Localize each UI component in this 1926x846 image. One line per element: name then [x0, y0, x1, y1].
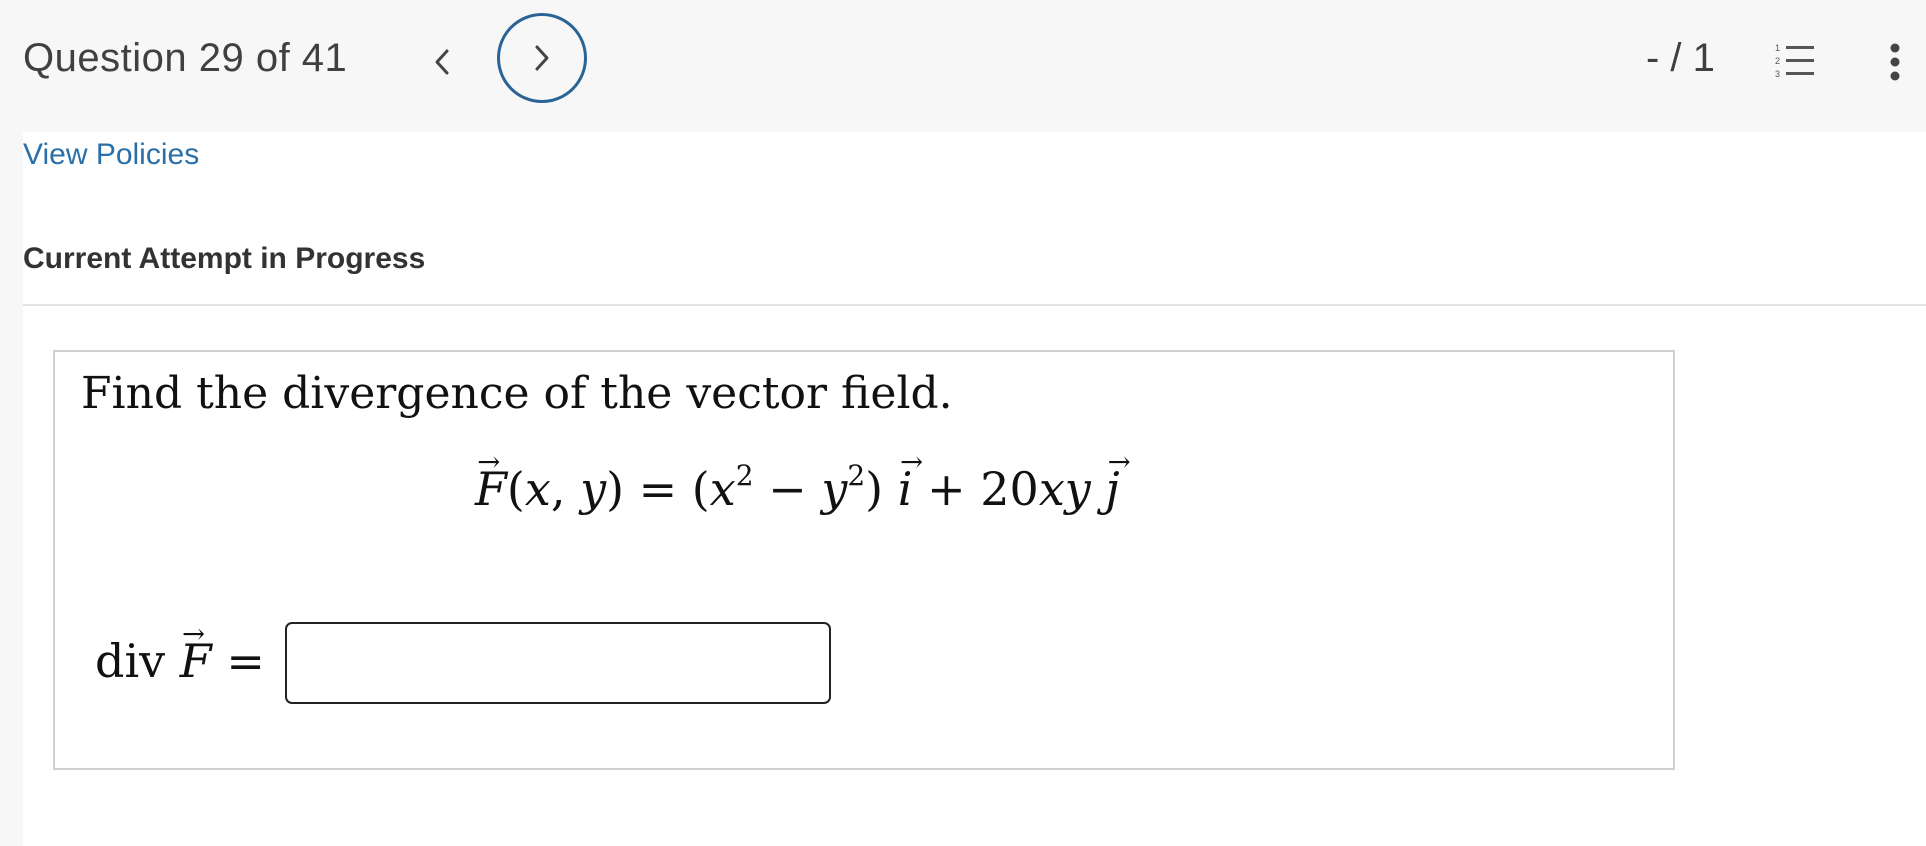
svg-text:1: 1 — [1775, 43, 1780, 53]
question-card: Find the divergence of the vector field.… — [53, 350, 1675, 770]
answer-label: div F = — [95, 617, 265, 688]
question-score: - / 1 — [1646, 36, 1715, 80]
question-list-button[interactable]: 1 2 3 — [1774, 42, 1818, 82]
attempt-status-heading: Current Attempt in Progress — [23, 242, 426, 275]
more-options-button[interactable] — [1880, 40, 1910, 84]
vector-field-formula: F(x, y) = (x2 − y2) i + 20xy j — [475, 445, 1131, 516]
divergence-answer-input[interactable] — [285, 622, 831, 704]
svg-text:2: 2 — [1775, 56, 1780, 66]
section-divider — [23, 304, 1926, 306]
question-counter: Question 29 of 41 — [23, 36, 348, 80]
next-question-button[interactable] — [497, 13, 587, 103]
question-prompt: Find the divergence of the vector field. — [81, 368, 953, 419]
chevron-left-icon — [435, 49, 449, 75]
header-bar: Question 29 of 41 - / 1 1 2 3 — [0, 0, 1926, 132]
main-content: View Policies Current Attempt in Progres… — [23, 132, 1926, 846]
view-policies-link[interactable]: View Policies — [23, 138, 199, 172]
formula-coefficient: 20 — [980, 462, 1039, 516]
numbered-list-icon: 1 2 3 — [1775, 43, 1814, 79]
svg-text:3: 3 — [1775, 69, 1780, 79]
chevron-right-icon — [535, 45, 549, 71]
more-vertical-icon — [1890, 43, 1900, 81]
previous-question-button[interactable] — [420, 40, 464, 84]
